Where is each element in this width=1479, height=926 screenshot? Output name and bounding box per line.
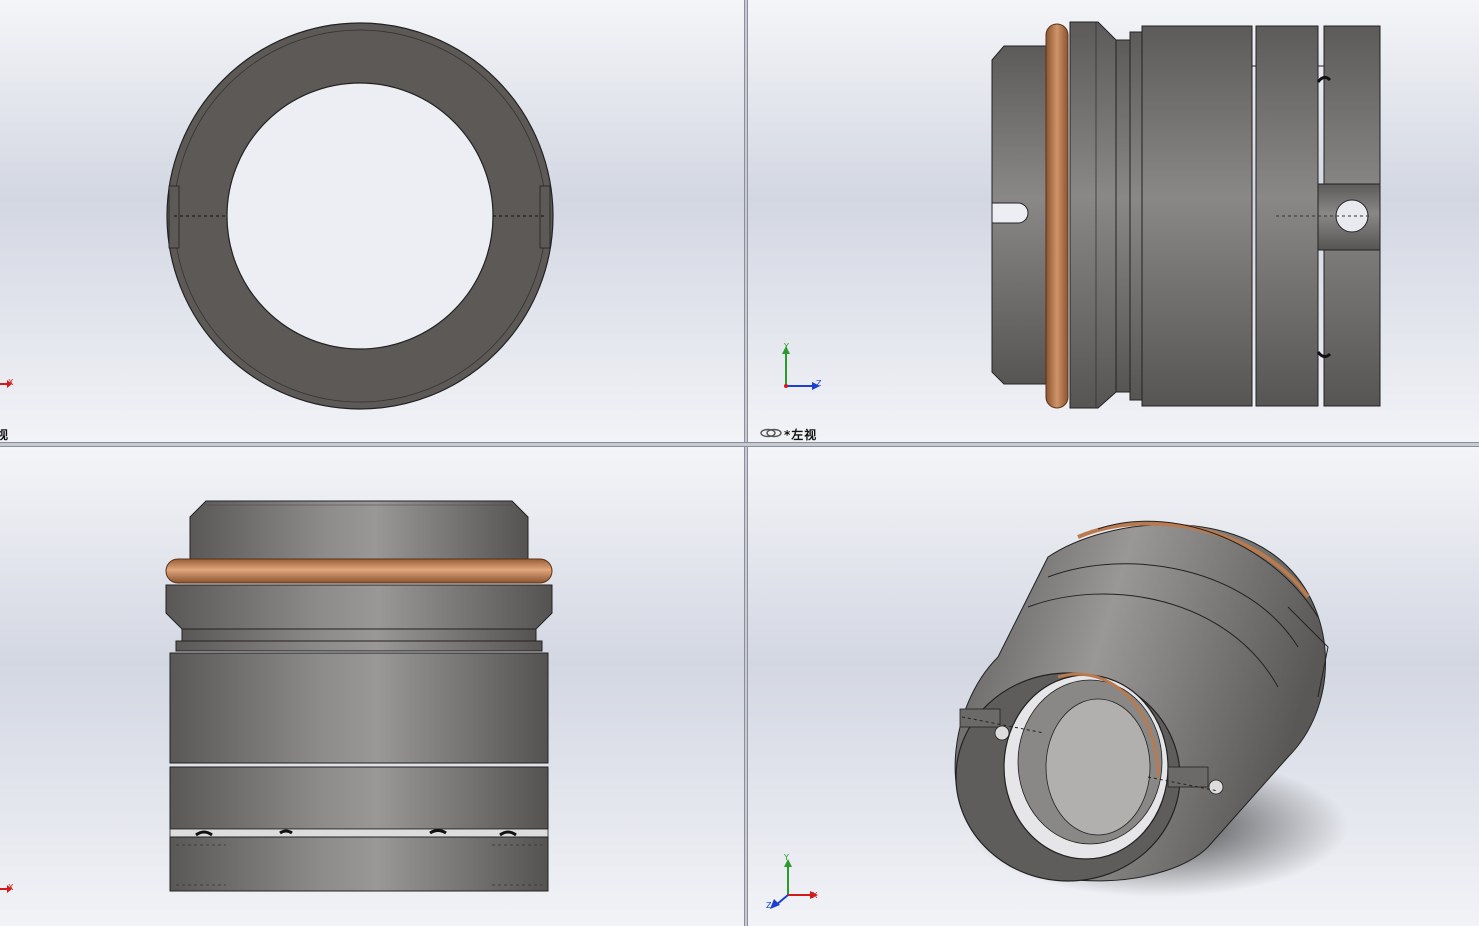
- viewport-isometric[interactable]: Y X Z: [748, 447, 1479, 926]
- viewport-top[interactable]: X: [0, 447, 744, 926]
- top-view-drawing: [0, 500, 553, 893]
- viewport-front[interactable]: X 视: [0, 0, 744, 442]
- axis-z-label-iso: Z: [766, 901, 772, 910]
- axis-triad-iso: [770, 859, 818, 909]
- front-view-drawing: [0, 22, 554, 410]
- left-view-drawing: [760, 21, 1381, 438]
- axis-y-label-left: Y: [784, 342, 789, 351]
- axis-triad-left: [782, 346, 820, 390]
- viewport-left[interactable]: Y Z *左视: [748, 0, 1479, 442]
- axis-y-label-iso: Y: [784, 853, 789, 862]
- axis-x-label-front: X: [8, 378, 14, 387]
- viewport-label-left: *左视: [784, 428, 818, 442]
- cad-quad-viewport: X 视 Y Z *左视 X Y X Z: [0, 0, 1479, 926]
- isometric-view-drawing: [770, 520, 1348, 909]
- axis-z-label-left: Z: [816, 379, 822, 388]
- view-link-icon[interactable]: [760, 428, 782, 438]
- viewport-label-front: 视: [0, 428, 10, 442]
- axis-x-label-iso: X: [812, 891, 818, 900]
- axis-x-label-top: X: [8, 883, 14, 892]
